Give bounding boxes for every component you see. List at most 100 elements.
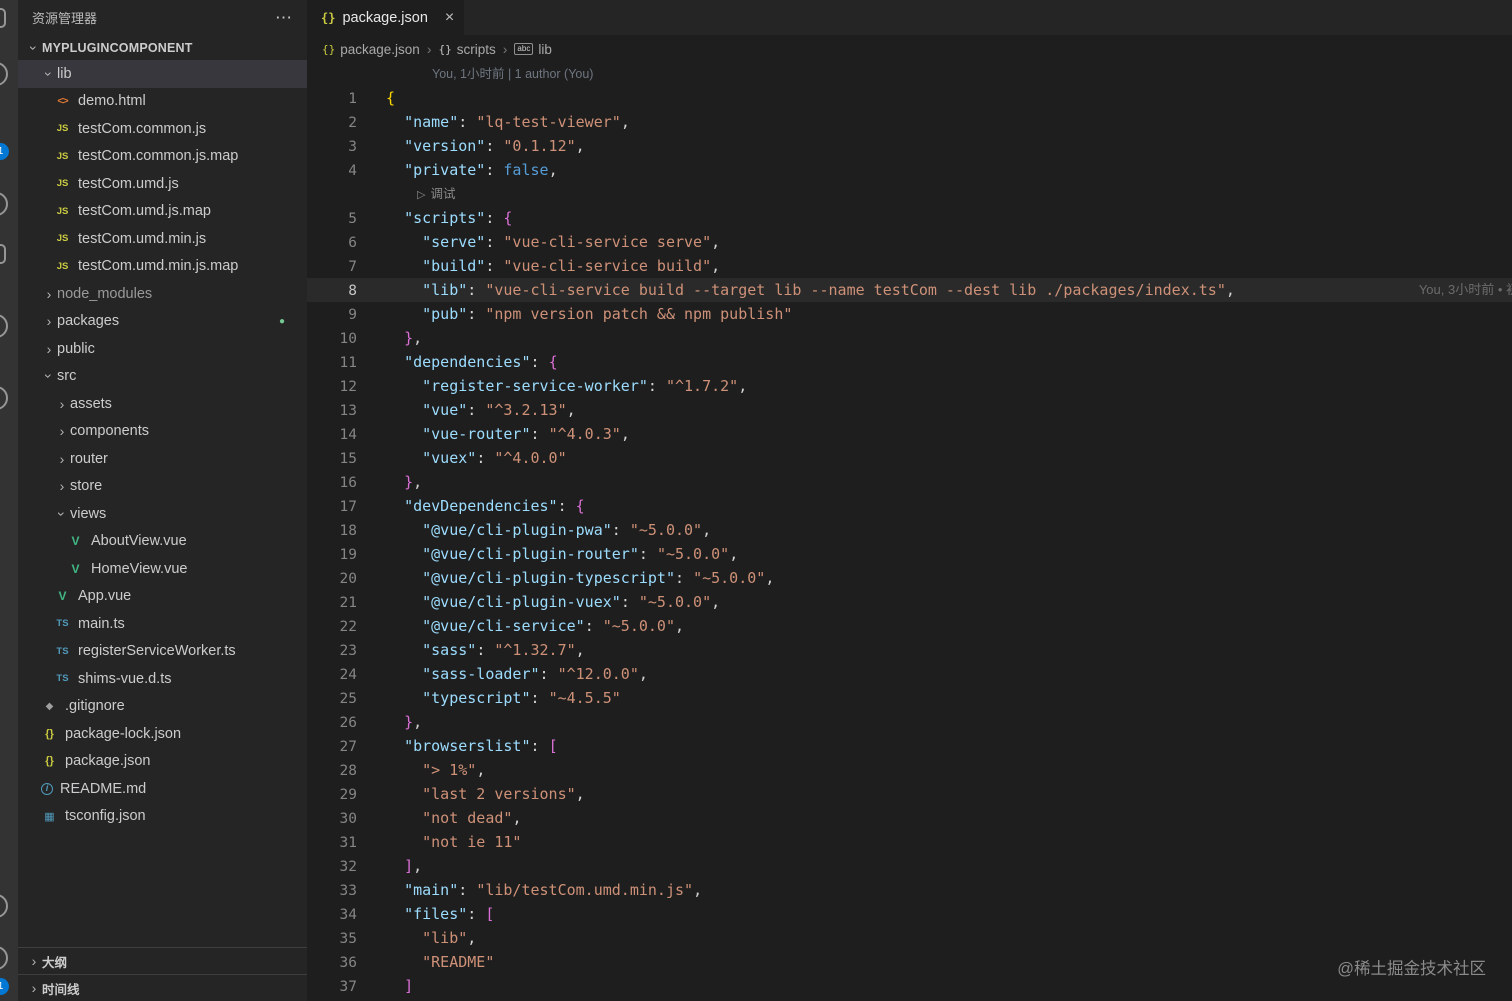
chevron-right-icon[interactable]: › <box>54 423 70 439</box>
code-line-2[interactable]: 2 "name": "lq-test-viewer", <box>307 110 1512 134</box>
code-line-8[interactable]: 8 "lib": "vue-cli-service build --target… <box>307 278 1512 302</box>
file-.gitignore[interactable]: ◆ .gitignore <box>18 693 307 721</box>
timeline-panel-header[interactable]: › 时间线 <box>18 974 307 1001</box>
code-line-4[interactable]: 4 "private": false, <box>307 158 1512 182</box>
code-line-16[interactable]: 16 }, <box>307 470 1512 494</box>
activity-bar-icon[interactable] <box>0 244 6 264</box>
code-line-29[interactable]: 29 "last 2 versions", <box>307 782 1512 806</box>
activity-bar-icon[interactable] <box>0 386 8 410</box>
file-registerServiceWorker.ts[interactable]: TS registerServiceWorker.ts <box>18 638 307 666</box>
file-demo.html[interactable]: <> demo.html <box>18 88 307 116</box>
folder-store[interactable]: › store <box>18 473 307 501</box>
folder-public[interactable]: › public <box>18 335 307 363</box>
code-line-22[interactable]: 22 "@vue/cli-service": "~5.0.0", <box>307 614 1512 638</box>
code-line-27[interactable]: 27 "browserslist": [ <box>307 734 1512 758</box>
code-line-14[interactable]: 14 "vue-router": "^4.0.3", <box>307 422 1512 446</box>
chevron-right-icon[interactable]: › <box>54 396 70 412</box>
chevron-down-icon[interactable]: › <box>41 368 57 384</box>
code-line-32[interactable]: 32 ], <box>307 854 1512 878</box>
chevron-down-icon[interactable]: › <box>26 40 42 56</box>
chevron-right-icon[interactable]: › <box>41 286 57 302</box>
folder-components[interactable]: › components <box>18 418 307 446</box>
chevron-right-icon[interactable]: › <box>54 451 70 467</box>
file-shims-vue.d.ts[interactable]: TS shims-vue.d.ts <box>18 665 307 693</box>
activity-bar-icon[interactable] <box>0 192 8 216</box>
chevron-right-icon[interactable]: › <box>26 980 42 996</box>
folder-router[interactable]: › router <box>18 445 307 473</box>
code-line-15[interactable]: 15 "vuex": "^4.0.0" <box>307 446 1512 470</box>
activity-bar-icon[interactable] <box>0 8 6 28</box>
breadcrumb-item-scripts[interactable]: {} scripts <box>438 42 495 57</box>
folder-node_modules[interactable]: › node_modules <box>18 280 307 308</box>
file-testCom.common.js.map[interactable]: JS testCom.common.js.map <box>18 143 307 171</box>
file-testCom.umd.min.js.map[interactable]: JS testCom.umd.min.js.map <box>18 253 307 281</box>
code-line-6[interactable]: 6 "serve": "vue-cli-service serve", <box>307 230 1512 254</box>
code-line-9[interactable]: 9 "pub": "npm version patch && npm publi… <box>307 302 1512 326</box>
file-testCom.common.js[interactable]: JS testCom.common.js <box>18 115 307 143</box>
folder-assets[interactable]: › assets <box>18 390 307 418</box>
code-line-33[interactable]: 33 "main": "lib/testCom.umd.min.js", <box>307 878 1512 902</box>
code-line-11[interactable]: 11 "dependencies": { <box>307 350 1512 374</box>
folder-lib[interactable]: › lib <box>18 60 307 88</box>
folder-src[interactable]: › src <box>18 363 307 391</box>
chevron-down-icon[interactable]: › <box>54 506 70 522</box>
activity-bar-icon[interactable] <box>0 894 8 918</box>
breadcrumb-item-lib[interactable]: abc lib <box>514 42 552 57</box>
folder-packages[interactable]: › packages ● <box>18 308 307 336</box>
project-root-row[interactable]: › MYPLUGINCOMPONENT <box>18 35 307 60</box>
file-README.md[interactable]: i README.md <box>18 775 307 803</box>
chevron-right-icon[interactable]: › <box>41 341 57 357</box>
file-main.ts[interactable]: TS main.ts <box>18 610 307 638</box>
code-line-34[interactable]: 34 "files": [ <box>307 902 1512 926</box>
code-line-25[interactable]: 25 "typescript": "~4.5.5" <box>307 686 1512 710</box>
activity-bar-icon[interactable] <box>0 946 8 970</box>
chevron-right-icon[interactable]: › <box>54 478 70 494</box>
more-actions-icon[interactable]: ⋯ <box>275 8 293 28</box>
file-AboutView.vue[interactable]: V AboutView.vue <box>18 528 307 556</box>
code-line-13[interactable]: 13 "vue": "^3.2.13", <box>307 398 1512 422</box>
code-line-31[interactable]: 31 "not ie 11" <box>307 830 1512 854</box>
code-line-26[interactable]: 26 }, <box>307 710 1512 734</box>
code-line-36[interactable]: 36 "README" <box>307 950 1512 974</box>
file-tsconfig.json[interactable]: ▦ tsconfig.json <box>18 803 307 831</box>
token: : <box>675 569 694 587</box>
file-package.json[interactable]: {} package.json <box>18 748 307 776</box>
close-icon[interactable]: × <box>445 9 454 27</box>
code-line-37[interactable]: 37 ] <box>307 974 1512 998</box>
chevron-down-icon[interactable]: › <box>41 66 57 82</box>
code-line-24[interactable]: 24 "sass-loader": "^12.0.0", <box>307 662 1512 686</box>
activity-bar-icon[interactable] <box>0 62 8 86</box>
code-line-5[interactable]: 5 "scripts": { <box>307 206 1512 230</box>
codelens-debug[interactable]: ▷ 调试 <box>307 182 1512 206</box>
activity-bar-icon[interactable] <box>0 314 8 338</box>
play-icon[interactable]: ▷ <box>417 189 425 201</box>
code-line-20[interactable]: 20 "@vue/cli-plugin-typescript": "~5.0.0… <box>307 566 1512 590</box>
code-line-1[interactable]: 1{ <box>307 86 1512 110</box>
folder-views[interactable]: › views <box>18 500 307 528</box>
file-testCom.umd.js[interactable]: JS testCom.umd.js <box>18 170 307 198</box>
code-line-12[interactable]: 12 "register-service-worker": "^1.7.2", <box>307 374 1512 398</box>
code-line-17[interactable]: 17 "devDependencies": { <box>307 494 1512 518</box>
file-testCom.umd.min.js[interactable]: JS testCom.umd.min.js <box>18 225 307 253</box>
breadcrumb-item-package.json[interactable]: {} package.json <box>322 42 420 57</box>
code-line-18[interactable]: 18 "@vue/cli-plugin-pwa": "~5.0.0", <box>307 518 1512 542</box>
code-line-19[interactable]: 19 "@vue/cli-plugin-router": "~5.0.0", <box>307 542 1512 566</box>
file-App.vue[interactable]: V App.vue <box>18 583 307 611</box>
outline-panel-header[interactable]: › 大纲 <box>18 947 307 974</box>
code-line-10[interactable]: 10 }, <box>307 326 1512 350</box>
code-line-23[interactable]: 23 "sass": "^1.32.7", <box>307 638 1512 662</box>
code-line-28[interactable]: 28 "> 1%", <box>307 758 1512 782</box>
code-line-30[interactable]: 30 "not dead", <box>307 806 1512 830</box>
code-line-35[interactable]: 35 "lib", <box>307 926 1512 950</box>
file-HomeView.vue[interactable]: V HomeView.vue <box>18 555 307 583</box>
chevron-right-icon[interactable]: › <box>41 313 57 329</box>
code-editor[interactable]: You, 1小时前 | 1 author (You) 1{2 "name": "… <box>307 63 1512 1001</box>
code-line-3[interactable]: 3 "version": "0.1.12", <box>307 134 1512 158</box>
tab-package-json[interactable]: {} package.json × <box>307 0 465 35</box>
file-package-lock.json[interactable]: {} package-lock.json <box>18 720 307 748</box>
file-testCom.umd.js.map[interactable]: JS testCom.umd.js.map <box>18 198 307 226</box>
chevron-right-icon[interactable]: › <box>26 953 42 969</box>
code-line-21[interactable]: 21 "@vue/cli-plugin-vuex": "~5.0.0", <box>307 590 1512 614</box>
code-line-7[interactable]: 7 "build": "vue-cli-service build", <box>307 254 1512 278</box>
